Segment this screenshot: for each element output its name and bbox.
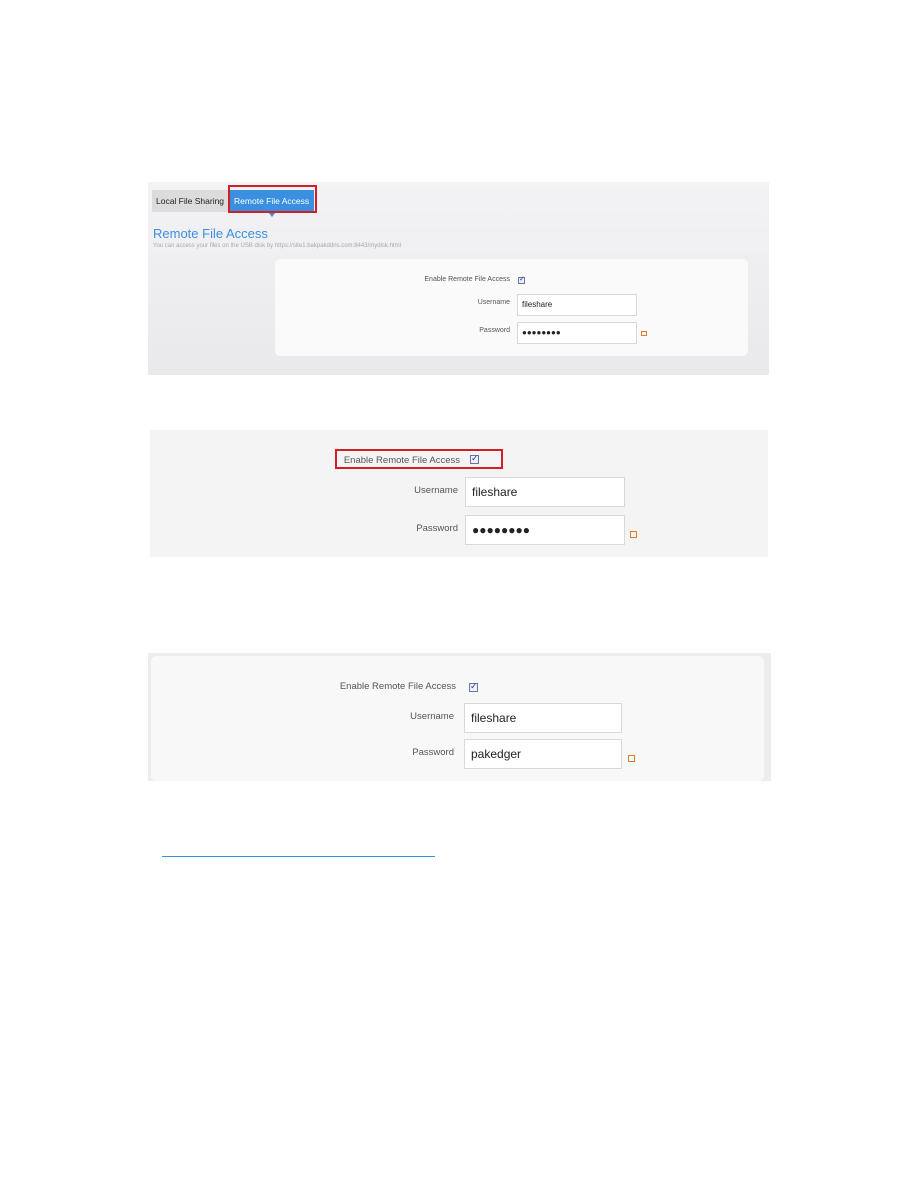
hyperlink-underline[interactable] xyxy=(162,856,435,857)
username-input[interactable]: fileshare xyxy=(464,703,622,733)
username-label: Username xyxy=(410,711,454,722)
password-input[interactable]: ●●●●●●●● xyxy=(517,322,637,344)
password-label: Password xyxy=(412,747,454,758)
enable-remote-access-checkbox[interactable] xyxy=(518,275,525,284)
password-input[interactable]: ●●●●●●●● xyxy=(465,515,625,545)
edit-icon[interactable] xyxy=(630,531,637,538)
page-description: You can access your files on the USB dis… xyxy=(153,243,401,249)
username-input[interactable]: fileshare xyxy=(517,294,637,316)
enable-remote-access-label: Enable Remote File Access xyxy=(424,276,510,283)
password-input[interactable]: pakedger xyxy=(464,739,622,769)
username-label: Username xyxy=(477,299,510,306)
page-title: Remote File Access xyxy=(153,226,268,241)
highlight-box xyxy=(228,185,317,213)
settings-card: Enable Remote File Access Username files… xyxy=(275,259,748,356)
highlight-box xyxy=(335,449,503,469)
screenshot-password-revealed: Enable Remote File Access Username files… xyxy=(148,653,771,781)
edit-icon[interactable] xyxy=(628,755,635,762)
settings-card: Enable Remote File Access Username files… xyxy=(151,656,764,781)
password-label: Password xyxy=(416,523,458,534)
screenshot-enable-checkbox-highlight: Enable Remote File Access Username files… xyxy=(150,430,768,557)
username-input[interactable]: fileshare xyxy=(465,477,625,507)
screenshot-remote-file-access-page: Local File Sharing Remote File Access Re… xyxy=(148,182,769,375)
password-label: Password xyxy=(479,327,510,334)
username-label: Username xyxy=(414,485,458,496)
tab-local-file-sharing[interactable]: Local File Sharing xyxy=(152,190,230,212)
enable-remote-access-label: Enable Remote File Access xyxy=(339,681,456,692)
edit-icon[interactable] xyxy=(641,331,647,336)
enable-remote-access-checkbox[interactable] xyxy=(469,681,478,692)
